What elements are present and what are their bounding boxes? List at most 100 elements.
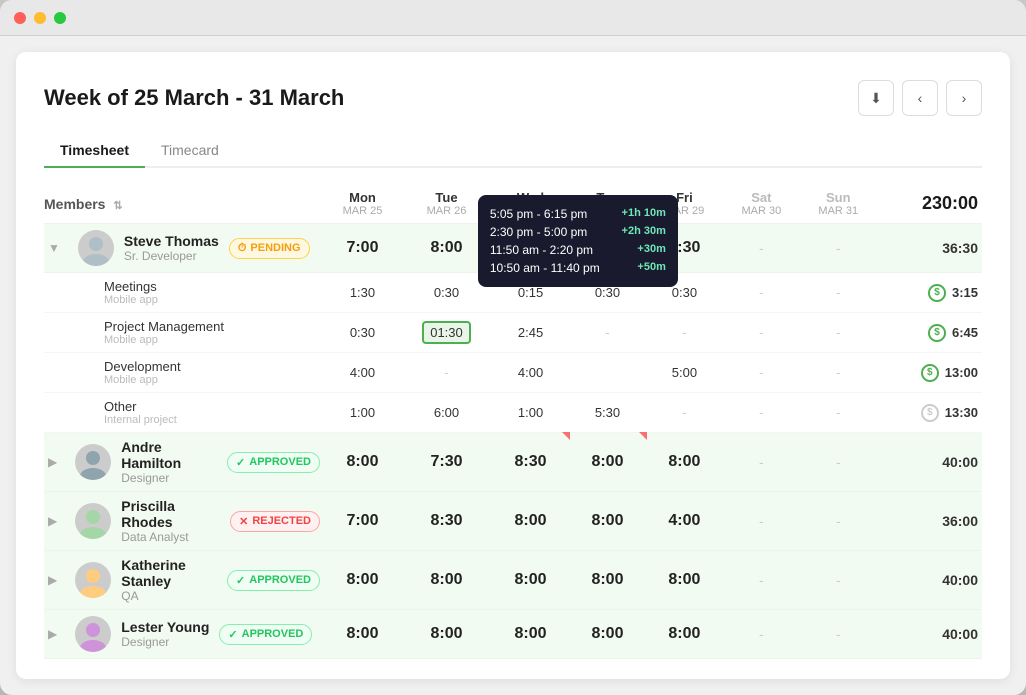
lester-fri[interactable]: 8:00 bbox=[646, 610, 723, 659]
page-header: Week of 25 March - 31 March ⬇ ‹ › bbox=[44, 80, 982, 116]
next-week-button[interactable]: › bbox=[946, 80, 982, 116]
member-info-lester: ▶ Lester Young Designer ✓ APPROVED bbox=[48, 616, 320, 652]
task-name-other: Other Internal project bbox=[44, 393, 324, 433]
member-name-priscilla: Priscilla Rhodes bbox=[121, 498, 220, 530]
total-column-header: 230:00 bbox=[877, 184, 982, 224]
member-text-lester: Lester Young Designer bbox=[121, 619, 209, 649]
table-body: ▼ Steve Thomas Sr. Developer ⏱ PENDING bbox=[44, 224, 982, 659]
task-row-other: Other Internal project 1:00 6:00 1:00 5:… bbox=[44, 393, 982, 433]
priscilla-sun[interactable]: - bbox=[800, 492, 877, 551]
dev-wed[interactable]: 4:00 bbox=[492, 353, 569, 393]
expand-andre-button[interactable]: ▶ bbox=[48, 455, 57, 469]
lester-sat[interactable]: - bbox=[723, 610, 800, 659]
andre-tue28[interactable]: 8:00 bbox=[569, 433, 646, 492]
katherine-wed[interactable]: 8:00 bbox=[492, 551, 569, 610]
other-wed[interactable]: 1:00 bbox=[492, 393, 569, 433]
status-badge-andre: ✓ APPROVED bbox=[227, 452, 320, 473]
pm-tue26-selected[interactable]: 01:30 bbox=[422, 321, 471, 344]
close-button[interactable] bbox=[14, 12, 26, 24]
status-badge-katherine: ✓ APPROVED bbox=[227, 570, 320, 591]
avatar-andre bbox=[75, 444, 111, 480]
member-row-andre: ▶ Andre Hamilton Designer ✓ APPROVED bbox=[44, 433, 982, 492]
lester-wed[interactable]: 8:00 bbox=[492, 610, 569, 659]
task-name-development: Development Mobile app bbox=[44, 353, 324, 393]
tab-timesheet[interactable]: Timesheet bbox=[44, 134, 145, 168]
tooltip-row-1: 5:05 pm - 6:15 pm +1h 10m bbox=[490, 205, 666, 223]
tab-timecard[interactable]: Timecard bbox=[145, 134, 235, 168]
pm-fri[interactable]: - bbox=[646, 313, 723, 353]
steve-sat[interactable]: - bbox=[723, 224, 800, 273]
meetings-sat[interactable]: - bbox=[723, 273, 800, 313]
member-info-steve: ▼ Steve Thomas Sr. Developer ⏱ PENDING bbox=[48, 230, 320, 266]
other-fri[interactable]: - bbox=[646, 393, 723, 433]
sort-icon[interactable]: ⇅ bbox=[113, 200, 122, 212]
lester-total: 40:00 bbox=[877, 610, 982, 659]
member-name-katherine: Katherine Stanley bbox=[121, 557, 217, 589]
pm-tue26[interactable]: 01:30 bbox=[401, 313, 492, 353]
member-role-katherine: QA bbox=[121, 589, 217, 603]
pm-mon[interactable]: 0:30 bbox=[324, 313, 401, 353]
katherine-fri[interactable]: 8:00 bbox=[646, 551, 723, 610]
dev-mon[interactable]: 4:00 bbox=[324, 353, 401, 393]
andre-tue26[interactable]: 7:30 bbox=[401, 433, 492, 492]
lester-tue28[interactable]: 8:00 bbox=[569, 610, 646, 659]
meetings-sun[interactable]: - bbox=[800, 273, 877, 313]
dev-sat[interactable]: - bbox=[723, 353, 800, 393]
dev-fri[interactable]: 5:00 bbox=[646, 353, 723, 393]
prev-week-button[interactable]: ‹ bbox=[902, 80, 938, 116]
other-mon[interactable]: 1:00 bbox=[324, 393, 401, 433]
member-text-andre: Andre Hamilton Designer bbox=[121, 439, 217, 485]
steve-mon[interactable]: 7:00 bbox=[324, 224, 401, 273]
expand-steve-button[interactable]: ▼ bbox=[48, 241, 60, 255]
katherine-tue26[interactable]: 8:00 bbox=[401, 551, 492, 610]
pm-wed[interactable]: 2:45 5:05 pm - 6:15 pm +1h 10m 2:30 bbox=[492, 313, 569, 353]
priscilla-tue28[interactable]: 8:00 bbox=[569, 492, 646, 551]
steve-total: 36:30 bbox=[877, 224, 982, 273]
col-header-sat: Sat MAR 30 bbox=[723, 184, 800, 224]
priscilla-sat[interactable]: - bbox=[723, 492, 800, 551]
member-role-lester: Designer bbox=[121, 635, 209, 649]
other-sat[interactable]: - bbox=[723, 393, 800, 433]
dev-sun[interactable]: - bbox=[800, 353, 877, 393]
pm-sat[interactable]: - bbox=[723, 313, 800, 353]
main-content: Week of 25 March - 31 March ⬇ ‹ › Timesh… bbox=[16, 52, 1010, 679]
andre-total: 40:00 bbox=[877, 433, 982, 492]
priscilla-wed[interactable]: 8:00 bbox=[492, 492, 569, 551]
priscilla-fri[interactable]: 4:00 bbox=[646, 492, 723, 551]
member-info-andre: ▶ Andre Hamilton Designer ✓ APPROVED bbox=[48, 439, 320, 485]
lester-tue26[interactable]: 8:00 bbox=[401, 610, 492, 659]
katherine-sun[interactable]: - bbox=[800, 551, 877, 610]
other-sun[interactable]: - bbox=[800, 393, 877, 433]
priscilla-total: 36:00 bbox=[877, 492, 982, 551]
tab-bar: Timesheet Timecard bbox=[44, 134, 982, 168]
andre-sat[interactable]: - bbox=[723, 433, 800, 492]
fullscreen-button[interactable] bbox=[54, 12, 66, 24]
expand-katherine-button[interactable]: ▶ bbox=[48, 573, 57, 587]
other-tue26[interactable]: 6:00 bbox=[401, 393, 492, 433]
lester-mon[interactable]: 8:00 bbox=[324, 610, 401, 659]
katherine-mon[interactable]: 8:00 bbox=[324, 551, 401, 610]
download-button[interactable]: ⬇ bbox=[858, 80, 894, 116]
priscilla-tue26[interactable]: 8:30 bbox=[401, 492, 492, 551]
andre-fri[interactable]: 8:00 bbox=[646, 433, 723, 492]
minimize-button[interactable] bbox=[34, 12, 46, 24]
expand-priscilla-button[interactable]: ▶ bbox=[48, 514, 57, 528]
priscilla-mon[interactable]: 7:00 bbox=[324, 492, 401, 551]
member-row-katherine: ▶ Katherine Stanley QA ✓ APPROVED bbox=[44, 551, 982, 610]
katherine-sat[interactable]: - bbox=[723, 551, 800, 610]
expand-lester-button[interactable]: ▶ bbox=[48, 627, 57, 641]
andre-wed[interactable]: 8:30 bbox=[492, 433, 569, 492]
andre-sun[interactable]: - bbox=[800, 433, 877, 492]
pm-sun[interactable]: - bbox=[800, 313, 877, 353]
meetings-mon[interactable]: 1:30 bbox=[324, 273, 401, 313]
pm-tue28[interactable]: - bbox=[569, 313, 646, 353]
katherine-tue28[interactable]: 8:00 bbox=[569, 551, 646, 610]
meetings-total: $ 3:15 bbox=[877, 273, 982, 313]
dev-tue28[interactable] bbox=[569, 353, 646, 393]
dev-tue26[interactable]: - bbox=[401, 353, 492, 393]
steve-sun[interactable]: - bbox=[800, 224, 877, 273]
other-tue28[interactable]: 5:30 bbox=[569, 393, 646, 433]
member-role-steve: Sr. Developer bbox=[124, 249, 219, 263]
lester-sun[interactable]: - bbox=[800, 610, 877, 659]
andre-mon[interactable]: 8:00 bbox=[324, 433, 401, 492]
